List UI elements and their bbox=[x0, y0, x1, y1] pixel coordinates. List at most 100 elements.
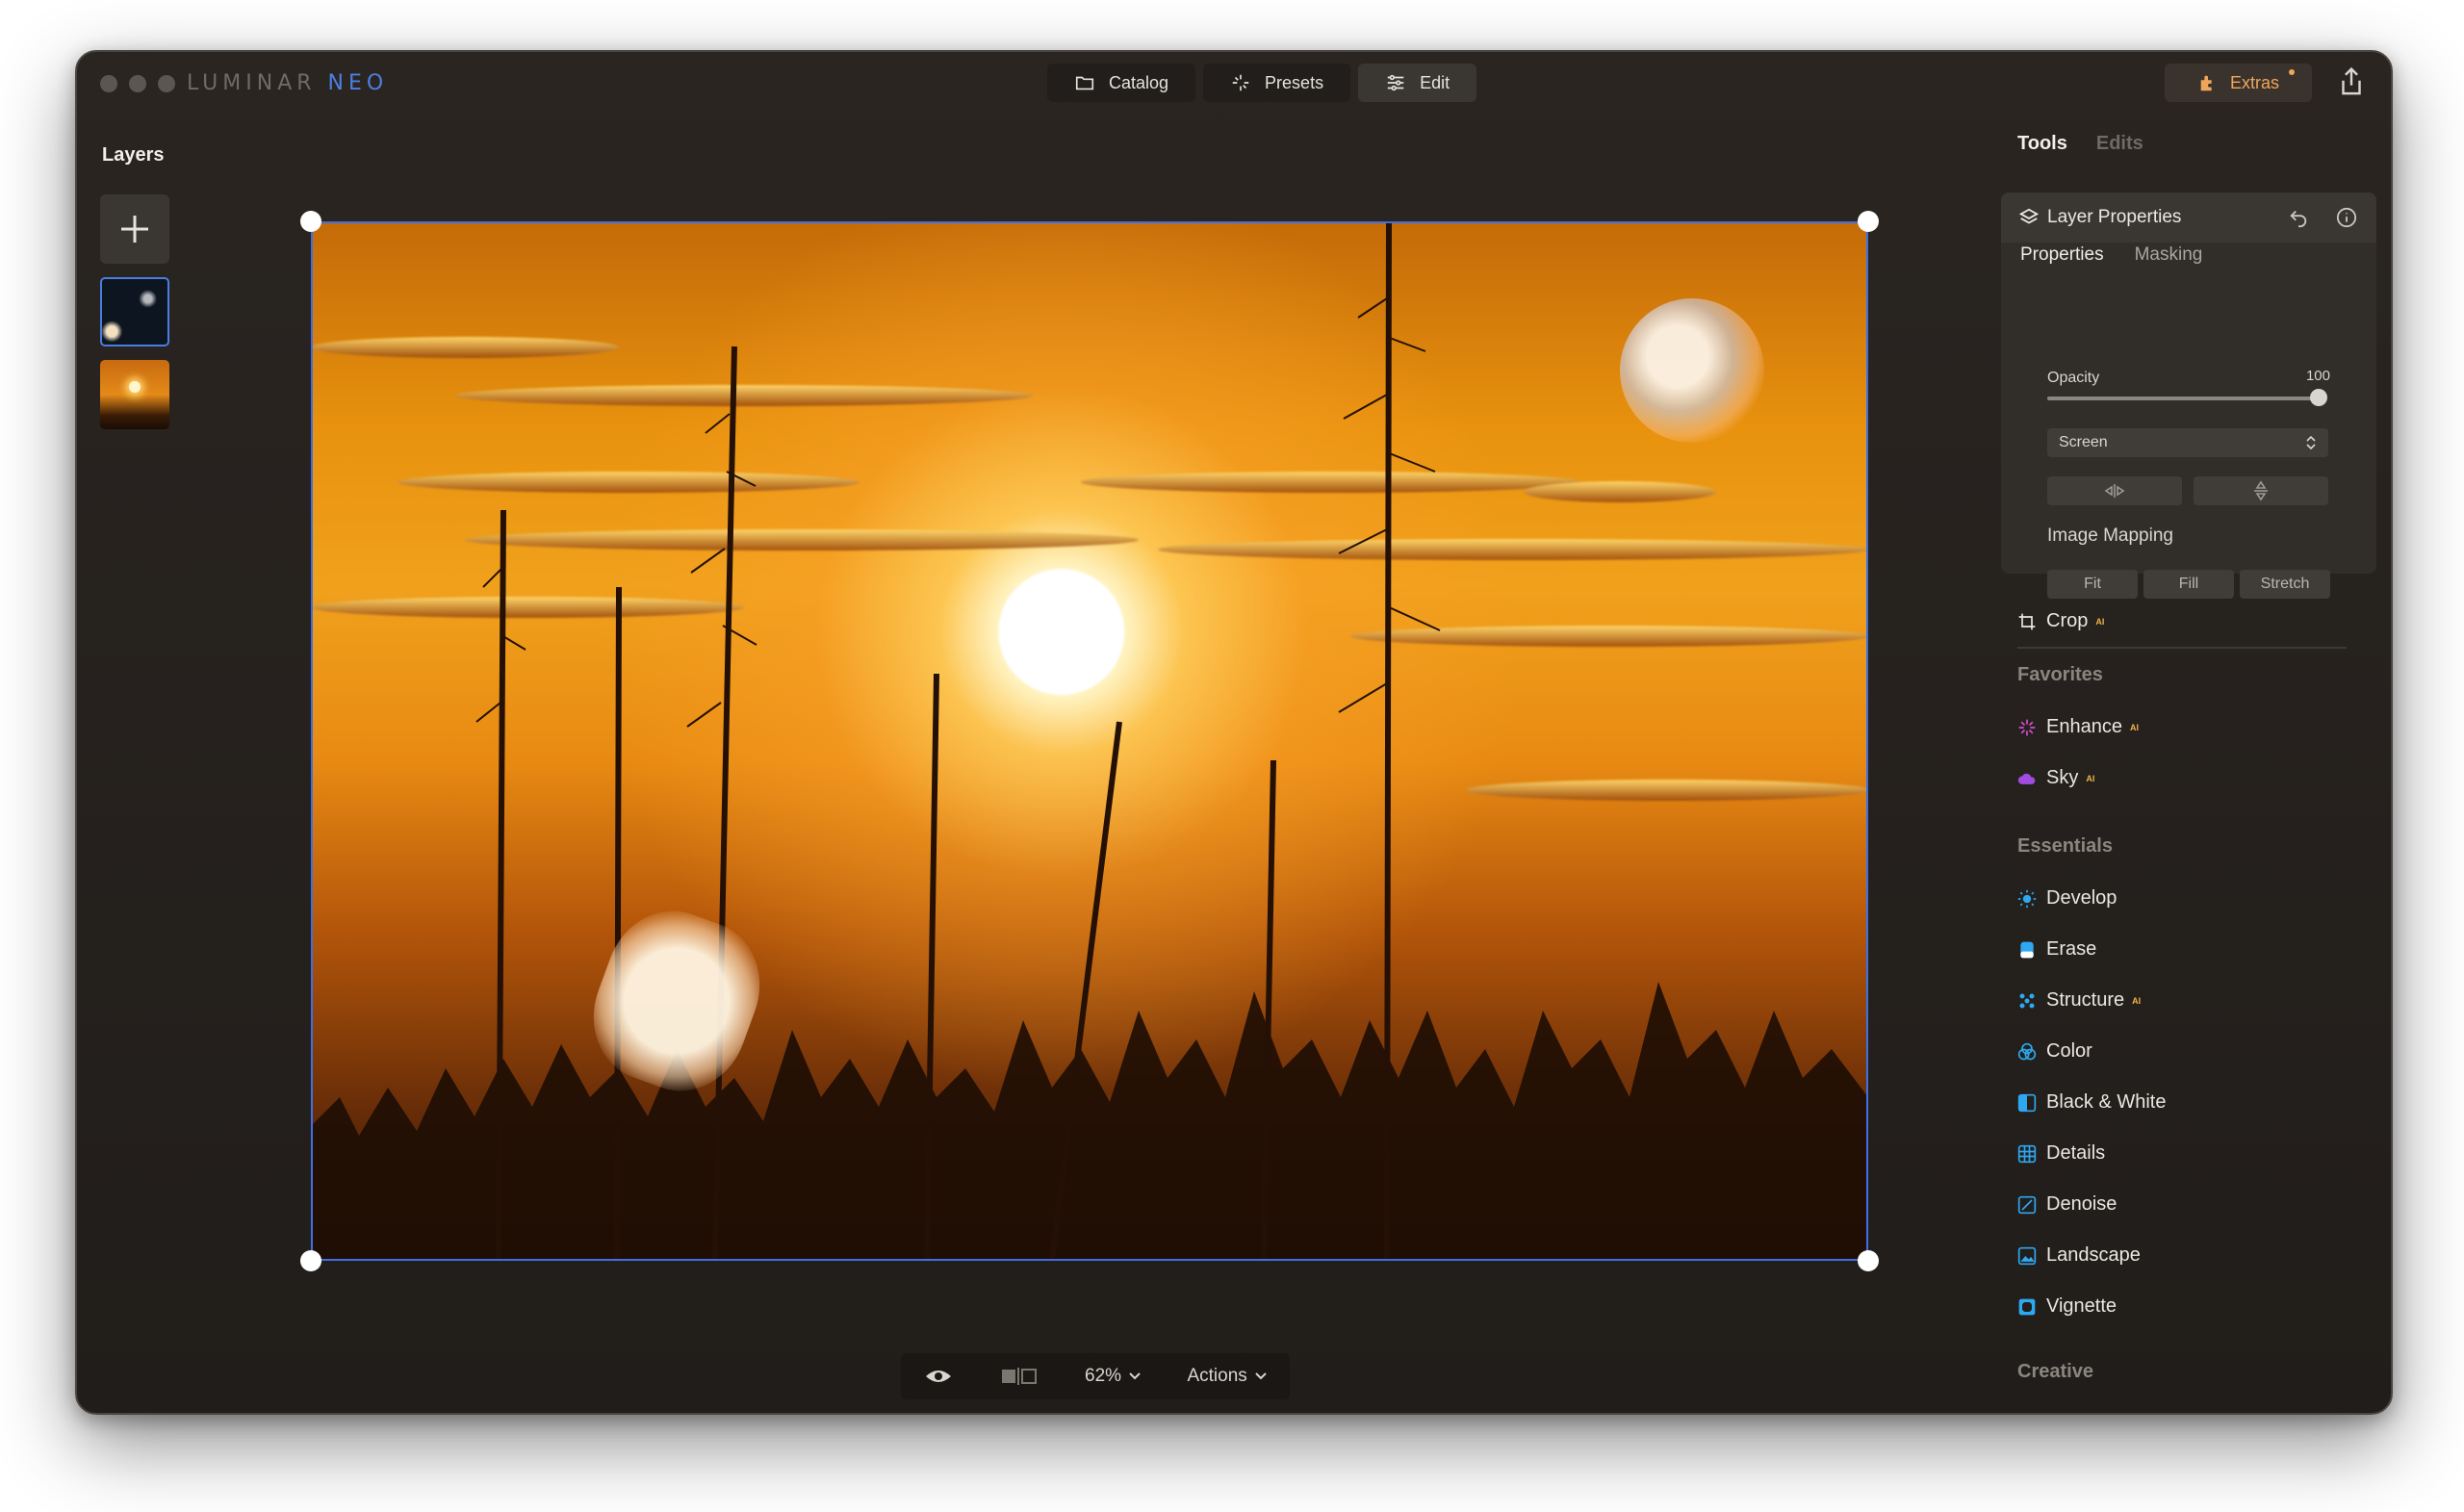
tool-details-label: Details bbox=[2046, 1142, 2106, 1164]
tool-color-label: Color bbox=[2046, 1040, 2092, 1062]
folder-icon bbox=[1075, 76, 1094, 90]
minimize-window-button[interactable] bbox=[129, 75, 146, 92]
canvas-toolbar: 62% Actions bbox=[901, 1353, 1290, 1399]
share-icon[interactable] bbox=[2337, 65, 2366, 98]
flip-horizontal-button[interactable] bbox=[2047, 476, 2182, 505]
app-logo: LUMINAR NEO bbox=[187, 71, 388, 95]
photo-canvas[interactable] bbox=[311, 221, 1868, 1261]
tool-black-white[interactable]: Black & White bbox=[2017, 1091, 2166, 1114]
puzzle-icon bbox=[2200, 75, 2212, 91]
details-icon bbox=[2017, 1144, 2037, 1163]
undo-icon[interactable] bbox=[2288, 207, 2309, 228]
chevron-down-icon bbox=[1255, 1372, 1267, 1380]
layers-icon bbox=[2018, 208, 2040, 224]
section-favorites: Favorites bbox=[2017, 664, 2103, 685]
preview-toggle[interactable] bbox=[924, 1367, 953, 1386]
compare-toggle[interactable] bbox=[1000, 1367, 1039, 1386]
eye-icon bbox=[926, 1371, 952, 1382]
split-view-icon bbox=[1001, 1368, 1037, 1385]
blend-mode-value: Screen bbox=[2059, 434, 2108, 450]
chevron-down-icon bbox=[1129, 1372, 1141, 1380]
info-icon[interactable] bbox=[2336, 207, 2357, 228]
tab-presets-label: Presets bbox=[1265, 72, 1324, 92]
tool-crop[interactable]: Crop AI bbox=[2017, 610, 2104, 632]
tool-landscape-label: Landscape bbox=[2046, 1244, 2141, 1266]
tool-structure-label: Structure bbox=[2046, 989, 2125, 1011]
stretch-button[interactable]: Stretch bbox=[2240, 570, 2330, 599]
notification-dot bbox=[2289, 69, 2295, 75]
tab-catalog[interactable]: Catalog bbox=[1047, 64, 1196, 102]
ai-badge: AI bbox=[2132, 995, 2142, 1006]
layer-thumbnail-base[interactable] bbox=[100, 360, 169, 429]
tool-develop-label: Develop bbox=[2046, 887, 2118, 909]
resize-handle-top-left[interactable] bbox=[300, 211, 321, 232]
tool-erase[interactable]: Erase bbox=[2017, 938, 2096, 961]
tab-edit-label: Edit bbox=[1420, 72, 1450, 92]
cloud-icon bbox=[2017, 773, 2036, 784]
app-window: LUMINAR NEO Catalog Presets Edit Extras … bbox=[75, 50, 2393, 1415]
black-white-icon bbox=[2017, 1093, 2037, 1112]
extras-label: Extras bbox=[2229, 72, 2279, 92]
section-creative: Creative bbox=[2017, 1361, 2093, 1382]
layer-thumbnail-flare[interactable] bbox=[100, 277, 169, 346]
tool-denoise[interactable]: Denoise bbox=[2017, 1193, 2117, 1216]
tool-vignette-label: Vignette bbox=[2046, 1295, 2118, 1317]
tool-erase-label: Erase bbox=[2046, 938, 2097, 960]
lens-flare-orb bbox=[1620, 298, 1764, 443]
opacity-label: Opacity bbox=[2047, 370, 2100, 386]
tab-edits[interactable]: Edits bbox=[2096, 133, 2143, 155]
actions-label: Actions bbox=[1187, 1366, 1247, 1386]
structure-icon bbox=[2019, 993, 2035, 1008]
resize-handle-top-right[interactable] bbox=[1858, 211, 1879, 232]
tool-develop[interactable]: Develop bbox=[2017, 887, 2117, 910]
tab-presets[interactable]: Presets bbox=[1203, 64, 1351, 102]
denoise-icon bbox=[2017, 1195, 2037, 1214]
window-controls[interactable] bbox=[100, 75, 175, 92]
flip-vertical-button[interactable] bbox=[2194, 476, 2328, 505]
crop-icon bbox=[2018, 613, 2036, 629]
zoom-dropdown[interactable]: 62% bbox=[1085, 1366, 1141, 1387]
chevron-updown-icon bbox=[2306, 435, 2316, 450]
resize-handle-bottom-right[interactable] bbox=[1858, 1250, 1879, 1271]
tab-tools[interactable]: Tools bbox=[2017, 133, 2067, 155]
vignette-icon bbox=[2018, 1298, 2036, 1315]
tool-landscape[interactable]: Landscape bbox=[2017, 1244, 2141, 1267]
tool-enhance[interactable]: Enhance AI bbox=[2017, 716, 2139, 738]
tab-catalog-label: Catalog bbox=[1109, 72, 1169, 92]
tool-structure[interactable]: Structure AI bbox=[2017, 989, 2141, 1012]
fit-button[interactable]: Fit bbox=[2047, 570, 2138, 599]
logo-text: LUMINAR bbox=[187, 71, 317, 95]
tab-properties[interactable]: Properties bbox=[2020, 244, 2104, 266]
opacity-slider-knob[interactable] bbox=[2310, 389, 2327, 406]
enhance-icon bbox=[2018, 719, 2036, 735]
sliders-icon bbox=[1387, 74, 1404, 91]
close-window-button[interactable] bbox=[100, 75, 117, 92]
layer-properties-subtabs: Properties Masking bbox=[2020, 244, 2202, 266]
blend-mode-select[interactable]: Screen bbox=[2047, 428, 2328, 457]
layer-properties-header[interactable]: Layer Properties bbox=[2001, 192, 2376, 243]
ai-badge: AI bbox=[2129, 722, 2139, 732]
tab-masking[interactable]: Masking bbox=[2135, 244, 2203, 266]
tool-details[interactable]: Details bbox=[2017, 1142, 2105, 1165]
tab-edit[interactable]: Edit bbox=[1358, 64, 1477, 102]
opacity-value: 100 bbox=[2305, 368, 2330, 384]
extras-button[interactable]: Extras bbox=[2164, 64, 2312, 102]
tool-black-white-label: Black & White bbox=[2046, 1091, 2167, 1113]
resize-handle-bottom-left[interactable] bbox=[300, 1250, 321, 1271]
image-mapping-label: Image Mapping bbox=[2047, 525, 2173, 546]
tool-crop-label: Crop bbox=[2046, 610, 2089, 631]
opacity-slider[interactable] bbox=[2047, 389, 2327, 406]
fill-button[interactable]: Fill bbox=[2143, 570, 2234, 599]
opacity-slider-fill bbox=[2047, 397, 2319, 400]
right-panel-tabs: Tools Edits bbox=[2017, 133, 2143, 155]
eraser-icon bbox=[2020, 941, 2034, 958]
divider bbox=[2017, 647, 2347, 649]
sparkle-icon bbox=[1232, 74, 1249, 91]
tool-denoise-label: Denoise bbox=[2046, 1193, 2118, 1215]
zoom-window-button[interactable] bbox=[158, 75, 175, 92]
tool-color[interactable]: Color bbox=[2017, 1040, 2092, 1063]
actions-dropdown[interactable]: Actions bbox=[1187, 1366, 1267, 1387]
tool-vignette[interactable]: Vignette bbox=[2017, 1295, 2117, 1318]
add-layer-button[interactable] bbox=[100, 194, 169, 264]
tool-sky[interactable]: Sky AI bbox=[2017, 767, 2094, 789]
